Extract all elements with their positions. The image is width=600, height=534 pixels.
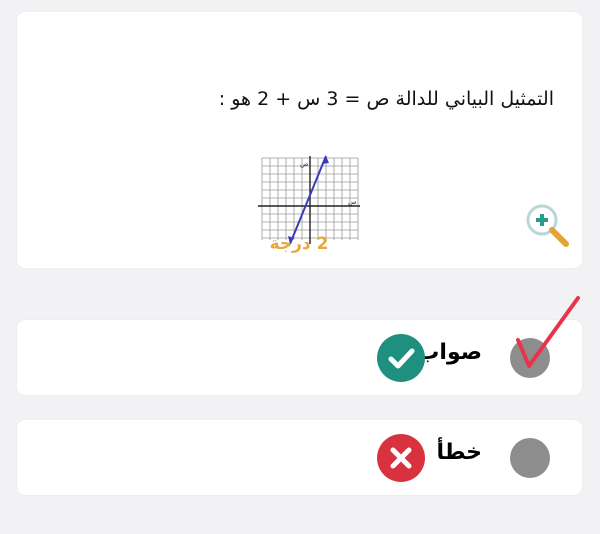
- zoom-in-icon[interactable]: [522, 200, 574, 252]
- correct-badge: [377, 334, 425, 382]
- check-icon: [388, 348, 415, 369]
- option-true-label: صواب: [417, 340, 482, 365]
- question-text: التمثيل البياني للدالة ص = 3 س + 2 هو :: [218, 88, 554, 110]
- function-graph: ص س: [258, 155, 360, 245]
- graph-x-label: س: [348, 198, 357, 206]
- radio-false[interactable]: [510, 438, 550, 478]
- graph-y-label: ص: [300, 160, 308, 168]
- grade-label: 2 درجة: [269, 234, 329, 254]
- option-false-label: خطأ: [436, 440, 482, 465]
- wrong-badge: [377, 434, 425, 482]
- option-false[interactable]: خطأ: [17, 420, 582, 495]
- option-true[interactable]: صواب: [17, 320, 582, 395]
- x-icon: [390, 447, 412, 469]
- radio-true[interactable]: [510, 338, 550, 378]
- question-card: التمثيل البياني للدالة ص = 3 س + 2 هو : …: [17, 12, 582, 268]
